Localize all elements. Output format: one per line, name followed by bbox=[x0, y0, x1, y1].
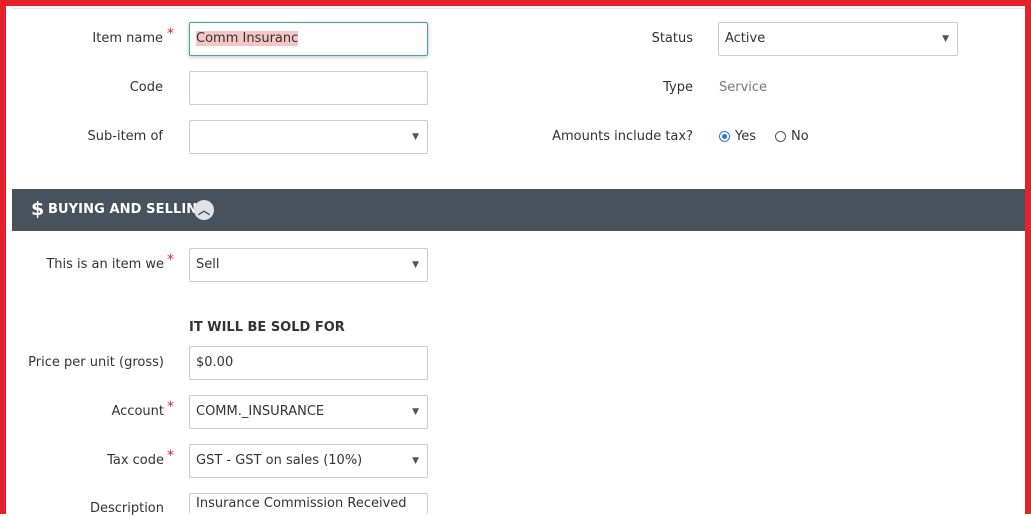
caret-down-icon: ▼ bbox=[412, 132, 419, 142]
tax-no-radio[interactable] bbox=[775, 131, 786, 142]
caret-down-icon: ▼ bbox=[412, 260, 419, 270]
item-name-value: Comm Insuranc bbox=[196, 31, 299, 46]
caret-down-icon: ▼ bbox=[412, 407, 419, 417]
status-value: Active bbox=[725, 31, 766, 46]
account-label: Account bbox=[111, 404, 165, 419]
sub-item-of-label: Sub-item of bbox=[87, 129, 163, 144]
caret-down-icon: ▼ bbox=[942, 34, 949, 44]
type-label: Type bbox=[663, 80, 693, 95]
item-we-label: This is an item we bbox=[46, 257, 164, 272]
tax-yes-label[interactable]: Yes bbox=[735, 129, 756, 145]
account-required: * bbox=[167, 399, 174, 415]
item-name-input[interactable]: Comm Insuranc bbox=[189, 22, 428, 56]
item-we-required: * bbox=[167, 252, 174, 268]
account-value: COMM._INSURANCE bbox=[196, 404, 325, 419]
tax-code-value: GST - GST on sales (10%) bbox=[196, 453, 363, 468]
item-we-select[interactable]: Sell ▼ bbox=[189, 248, 428, 282]
type-value: Service bbox=[719, 80, 768, 95]
item-we-value: Sell bbox=[196, 257, 220, 272]
price-label: Price per unit (gross) bbox=[28, 355, 164, 370]
tax-code-label: Tax code bbox=[107, 453, 164, 468]
sold-for-subheading: IT WILL BE SOLD FOR bbox=[189, 320, 345, 335]
code-label: Code bbox=[129, 80, 163, 95]
description-textarea[interactable]: Insurance Commission Received bbox=[189, 493, 428, 514]
tax-yes-radio[interactable] bbox=[719, 131, 730, 142]
top-divider bbox=[12, 8, 1027, 9]
caret-down-icon: ▼ bbox=[412, 456, 419, 466]
tax-code-select[interactable]: GST - GST on sales (10%) ▼ bbox=[189, 444, 428, 478]
chevron-up-icon[interactable]: ︿ bbox=[194, 200, 214, 220]
item-name-label: Item name bbox=[92, 31, 163, 46]
account-select[interactable]: COMM._INSURANCE ▼ bbox=[189, 395, 428, 429]
status-label: Status bbox=[651, 31, 693, 46]
tax-code-required: * bbox=[167, 448, 174, 464]
buying-selling-header[interactable]: $ BUYING AND SELLING ︿ bbox=[12, 189, 1027, 231]
section-title: BUYING AND SELLING bbox=[48, 202, 209, 217]
price-input[interactable]: $0.00 bbox=[189, 346, 428, 380]
sub-item-of-select[interactable]: ▼ bbox=[189, 120, 428, 154]
item-name-required: * bbox=[167, 26, 174, 42]
status-select[interactable]: Active ▼ bbox=[718, 22, 958, 56]
tax-no-label[interactable]: No bbox=[791, 129, 809, 145]
code-input[interactable] bbox=[189, 71, 428, 105]
description-label: Description bbox=[89, 501, 164, 516]
dollar-icon: $ bbox=[31, 198, 45, 220]
amounts-include-tax-label: Amounts include tax? bbox=[552, 129, 693, 144]
